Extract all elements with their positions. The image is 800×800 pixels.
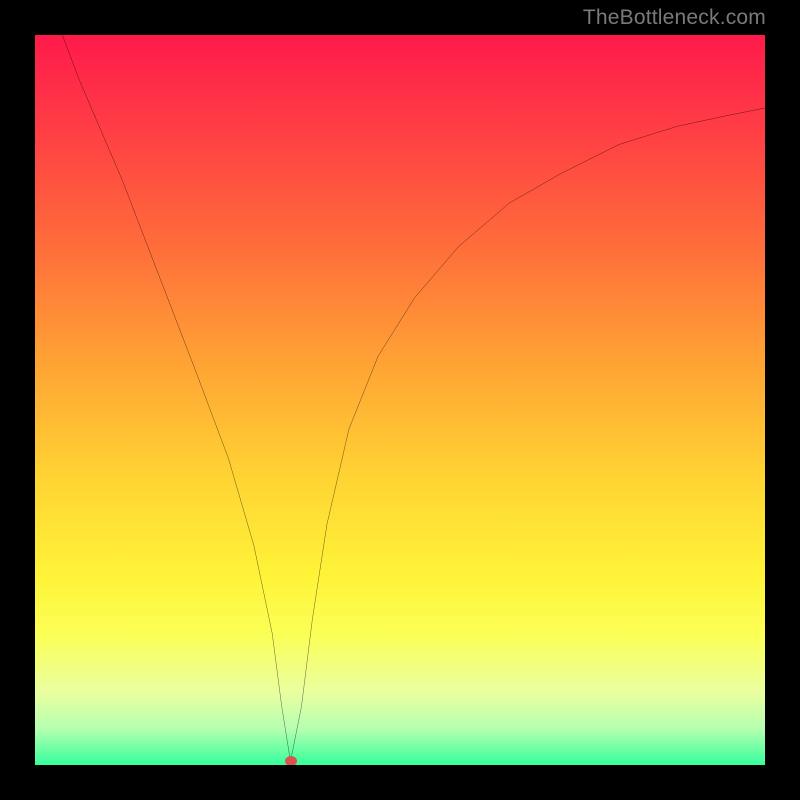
watermark-text: TheBottleneck.com: [583, 6, 766, 30]
plot-area: [35, 35, 765, 765]
curve-layer: [35, 35, 765, 765]
chart-frame: TheBottleneck.com: [0, 0, 800, 800]
bottleneck-curve-path: [35, 35, 765, 761]
min-marker-dot: [285, 756, 297, 765]
